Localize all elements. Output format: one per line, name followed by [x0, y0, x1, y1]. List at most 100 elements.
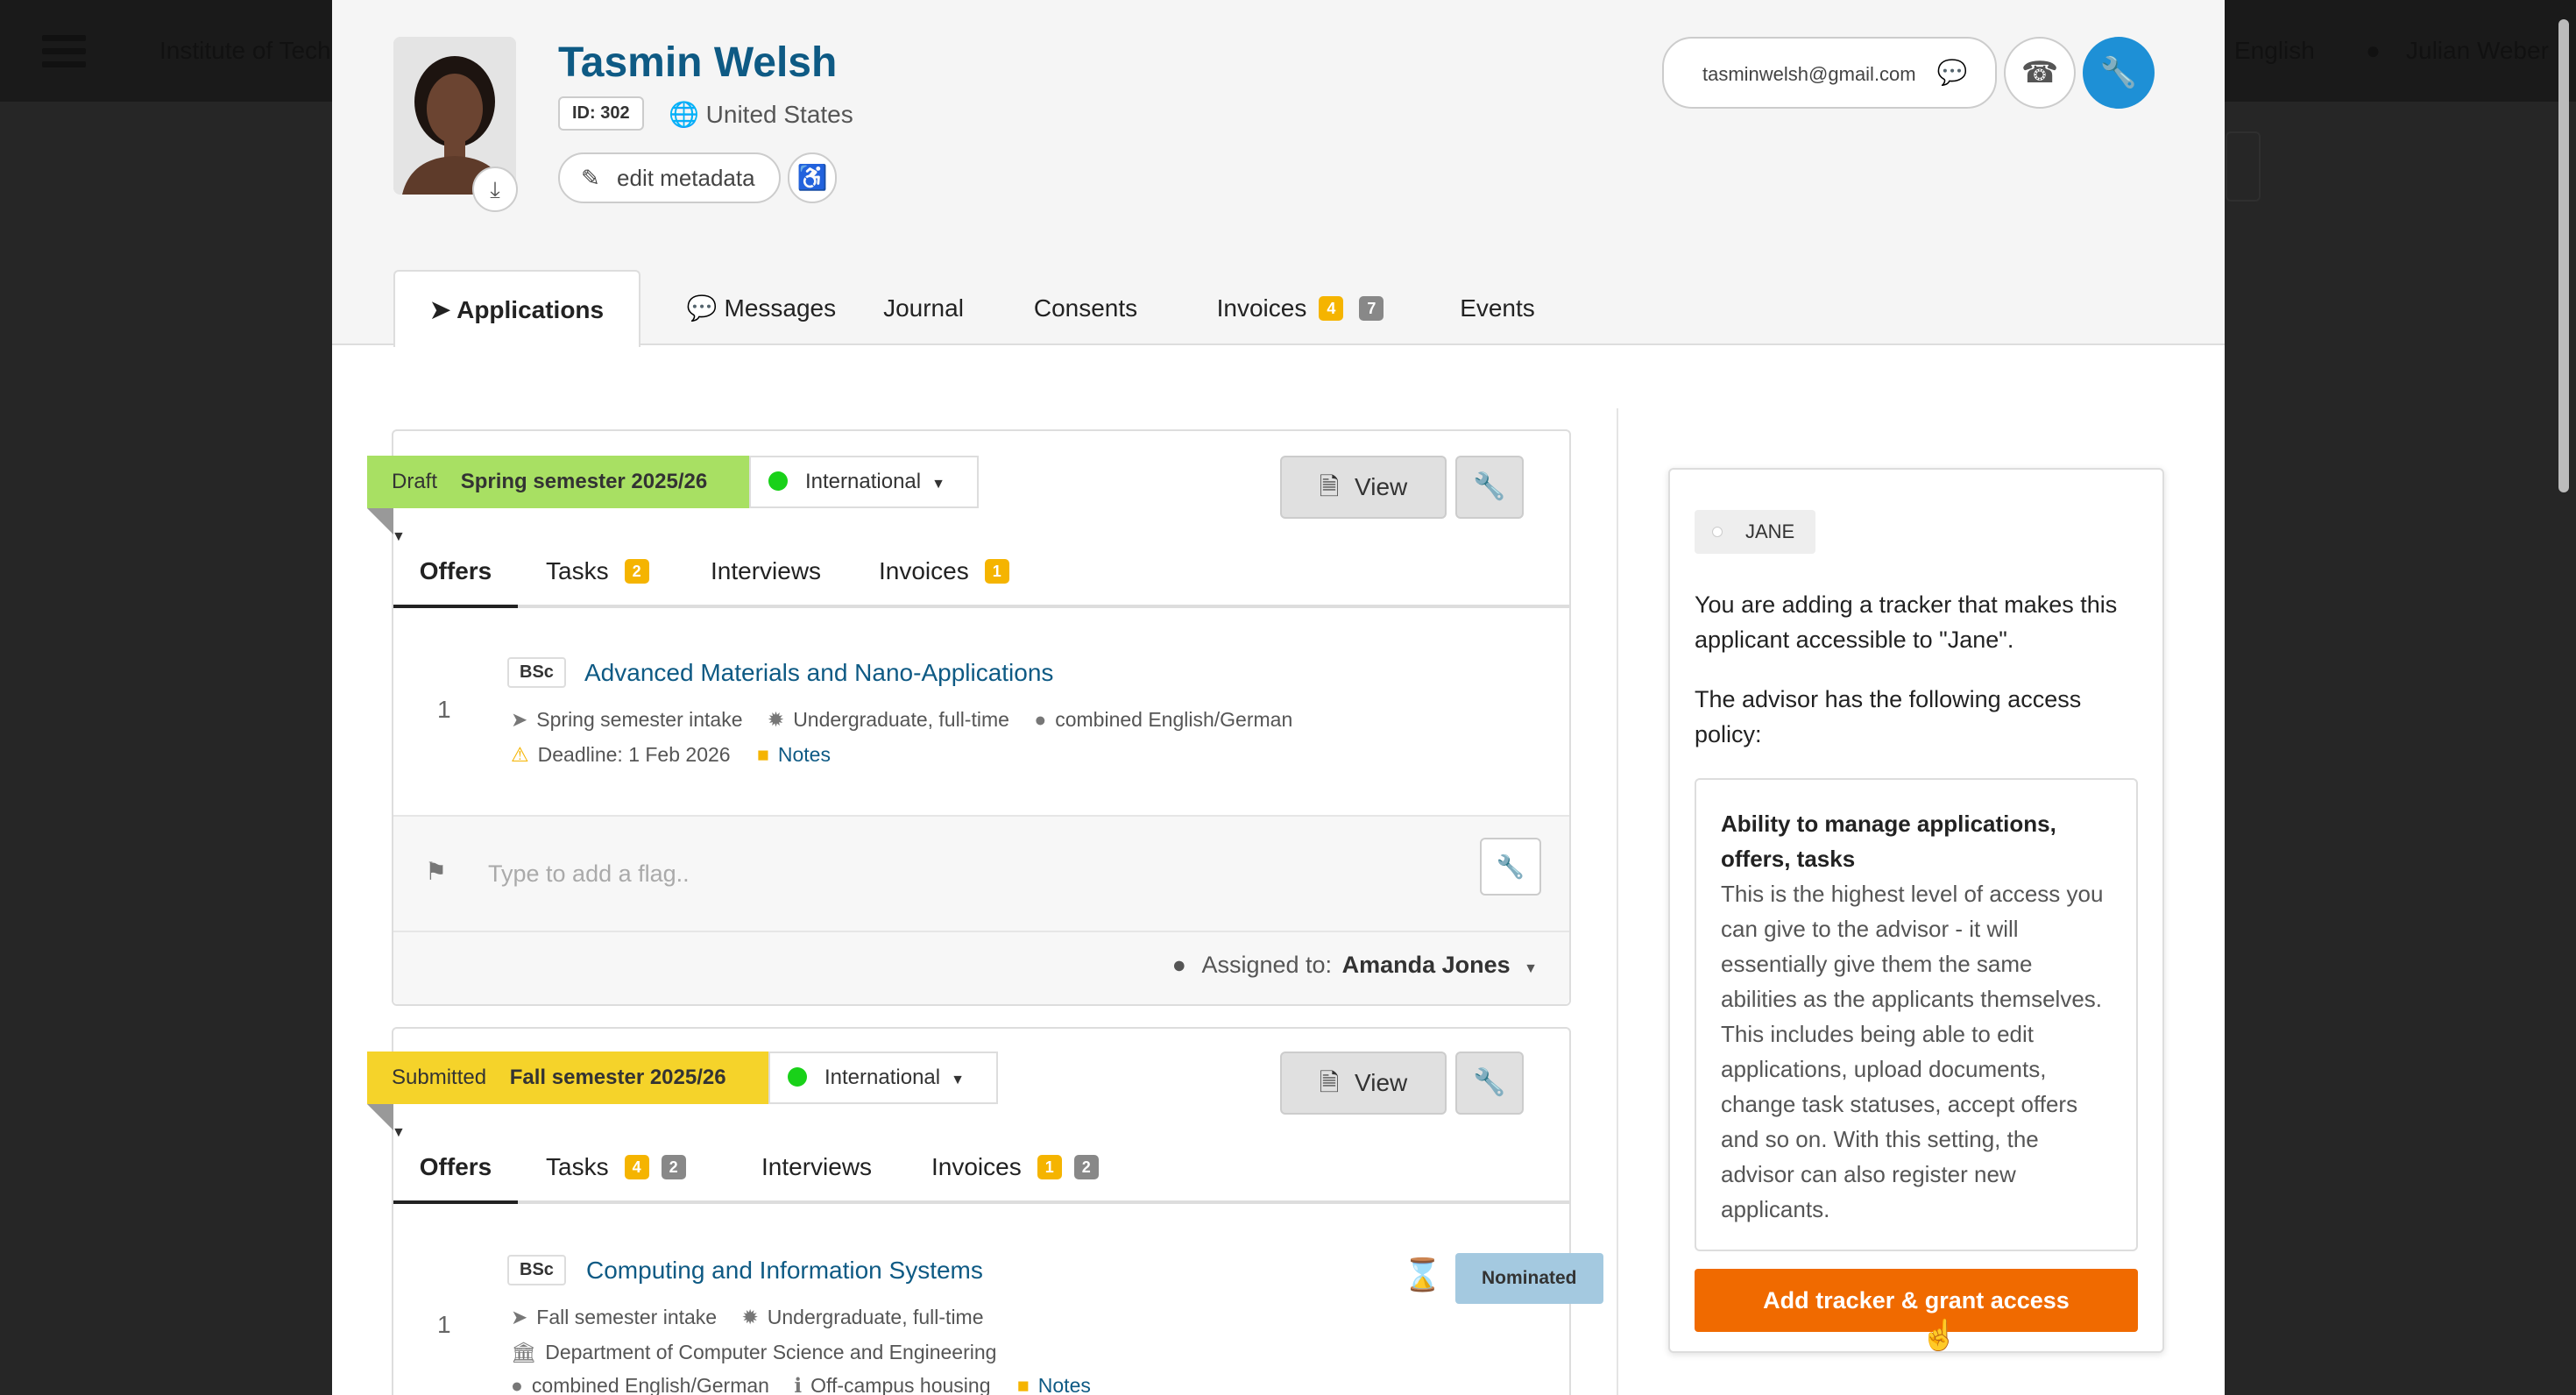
- offer-meta-row2: 🏛 Department of Computer Science and Engi…: [511, 1341, 996, 1364]
- assigned-row: ● Assigned to: Amanda Jones ▼: [393, 932, 1569, 1004]
- edit-metadata-button[interactable]: ✎ edit metadata: [558, 152, 781, 203]
- tab-messages-label: Messages: [724, 294, 837, 322]
- application-card-submitted: Submitted Fall semester 2025/26 ▼ Intern…: [367, 1027, 1603, 1395]
- invoices-badge-total: 2: [1073, 1155, 1099, 1179]
- background-user-name[interactable]: Julian Weber: [2406, 37, 2549, 65]
- program-link[interactable]: Advanced Materials and Nano-Applications: [584, 659, 1053, 687]
- tab-messages[interactable]: 💬 Messages: [656, 270, 867, 347]
- status-ribbon-submitted[interactable]: Submitted Fall semester 2025/26 ▼: [367, 1052, 768, 1140]
- tab-consents[interactable]: Consents: [1007, 270, 1164, 347]
- program-link[interactable]: Computing and Information Systems: [586, 1257, 983, 1285]
- caret-down-icon: ▼: [951, 1073, 965, 1087]
- offer-number: 1: [437, 696, 451, 723]
- tab-applications[interactable]: ➤ Applications: [393, 270, 640, 347]
- subtab-invoices-label: Invoices: [879, 557, 969, 584]
- subtab-invoices[interactable]: Invoices 1: [879, 536, 1009, 608]
- wrench-icon: 🔧: [1473, 472, 1506, 501]
- applicant-modal: ⤓ Tasmin Welsh ID: 302 🌐 United States ✎…: [332, 0, 2225, 1395]
- caret-down-icon: ▼: [931, 477, 945, 492]
- info-icon: ℹ: [794, 1374, 803, 1395]
- tasks-badge: 2: [624, 559, 649, 584]
- view-label: View: [1355, 473, 1408, 500]
- paper-plane-icon: ➤: [511, 708, 528, 731]
- policy-description: This is the highest level of access you …: [1721, 881, 2104, 1222]
- status-ribbon-draft[interactable]: Draft Spring semester 2025/26 ▼: [367, 456, 749, 544]
- degree-badge: BSc: [507, 1255, 566, 1285]
- view-button[interactable]: 🗎 View: [1280, 1052, 1447, 1115]
- view-label: View: [1355, 1069, 1408, 1096]
- chat-icon: 💬: [1936, 59, 1968, 86]
- background-language[interactable]: English: [2234, 37, 2315, 65]
- status-dot-icon: [788, 1067, 807, 1087]
- language-label: combined English/German: [531, 1374, 769, 1395]
- hourglass-icon: ⌛: [1403, 1257, 1442, 1292]
- user-icon: ●: [1171, 952, 1186, 978]
- view-button[interactable]: 🗎 View: [1280, 456, 1447, 519]
- housing-label: Off-campus housing: [810, 1374, 991, 1395]
- application-settings-button[interactable]: 🔧: [1455, 456, 1524, 519]
- subtab-offers[interactable]: Offers: [393, 536, 518, 608]
- download-photo-icon[interactable]: ⤓: [472, 166, 518, 212]
- ribbon-fold: [367, 1104, 393, 1130]
- application-card-draft: Draft Spring semester 2025/26 ▼ Internat…: [367, 429, 1571, 1006]
- warning-icon: ⚠: [511, 743, 529, 766]
- tab-invoices[interactable]: Invoices 4 7: [1191, 270, 1410, 347]
- badge-icon: ✹: [767, 708, 785, 731]
- application-settings-button[interactable]: 🔧: [1455, 1052, 1524, 1115]
- phone-icon[interactable]: ☎: [2004, 37, 2076, 109]
- subtab-tasks[interactable]: Tasks 4 2: [546, 1132, 686, 1204]
- applicant-id-badge: ID: 302: [558, 96, 644, 131]
- category-label: International: [824, 1066, 941, 1089]
- accessibility-icon[interactable]: ♿: [788, 152, 837, 203]
- tracker-intro: You are adding a tracker that makes this…: [1695, 591, 2118, 653]
- application-subtabs: Offers Tasks 4 2 Interviews Invoices 1 2: [393, 1132, 1569, 1204]
- background-user-icon: ●: [2366, 37, 2381, 64]
- subtab-tasks[interactable]: Tasks 2: [546, 536, 649, 608]
- application-subtabs: Offers Tasks 2 Interviews Invoices 1: [393, 536, 1569, 608]
- tab-events[interactable]: Events: [1445, 270, 1550, 347]
- background-ghost-card: [2226, 131, 2261, 202]
- hamburger-menu-icon[interactable]: [42, 35, 86, 68]
- semester-label: Fall semester 2025/26: [509, 1066, 726, 1089]
- invoices-open-badge: 4: [1319, 296, 1344, 321]
- edit-metadata-label: edit metadata: [617, 165, 755, 191]
- semester-label: Spring semester 2025/26: [460, 470, 708, 493]
- wrench-icon[interactable]: 🔧: [2083, 37, 2155, 109]
- scrollbar[interactable]: [2558, 19, 2569, 492]
- email-button[interactable]: tasminwelsh@gmail.com 💬: [1662, 37, 1997, 109]
- subtab-invoices[interactable]: Invoices 1 2: [931, 1132, 1099, 1204]
- category-dropdown[interactable]: International ▼: [768, 1052, 998, 1104]
- degree-badge: BSc: [507, 657, 566, 688]
- advisor-tag: JANE: [1695, 510, 1816, 554]
- ribbon-fold: [367, 508, 393, 535]
- invoices-total-badge: 7: [1359, 296, 1384, 321]
- flag-input[interactable]: Type to add a flag..: [488, 860, 690, 888]
- offer-meta-row1: ➤ Spring semester intake ✹ Undergraduate, …: [511, 708, 1292, 732]
- comments-icon: 💬: [686, 294, 718, 322]
- tab-events-label: Events: [1460, 294, 1535, 322]
- notes-link[interactable]: Notes: [1038, 1374, 1091, 1395]
- subtab-offers[interactable]: Offers: [393, 1132, 518, 1204]
- tab-journal[interactable]: Journal: [875, 270, 972, 347]
- notes-link[interactable]: Notes: [778, 743, 831, 766]
- tasks-badge-open: 4: [624, 1155, 649, 1179]
- language-label: combined English/German: [1055, 708, 1293, 731]
- tracker-popover: JANE You are adding a tracker that makes…: [1668, 468, 2164, 1353]
- document-icon: 🗎: [1319, 473, 1340, 500]
- category-dropdown[interactable]: International ▼: [749, 456, 979, 508]
- flag-settings-button[interactable]: 🔧: [1480, 838, 1541, 896]
- wrench-icon: 🔧: [1496, 853, 1525, 880]
- subtab-interviews[interactable]: Interviews: [761, 1132, 872, 1204]
- applicant-name: Tasmin Welsh: [558, 39, 838, 86]
- invoices-badge: 1: [984, 559, 1009, 584]
- department-label: Department of Computer Science and Engin…: [545, 1341, 997, 1363]
- institution-icon: 🏛: [511, 1341, 537, 1363]
- subtab-invoices-label: Invoices: [931, 1153, 1022, 1180]
- applicant-country: 🌐 United States: [669, 100, 853, 129]
- globe-icon: 🌐: [669, 101, 699, 128]
- subtab-interviews[interactable]: Interviews: [711, 536, 821, 608]
- pencil-icon: ✎: [581, 165, 600, 191]
- add-tracker-button[interactable]: Add tracker & grant access: [1695, 1269, 2138, 1332]
- assigned-dropdown[interactable]: ● Assigned to: Amanda Jones ▼: [1172, 952, 1538, 979]
- badge-icon: ✹: [741, 1306, 759, 1328]
